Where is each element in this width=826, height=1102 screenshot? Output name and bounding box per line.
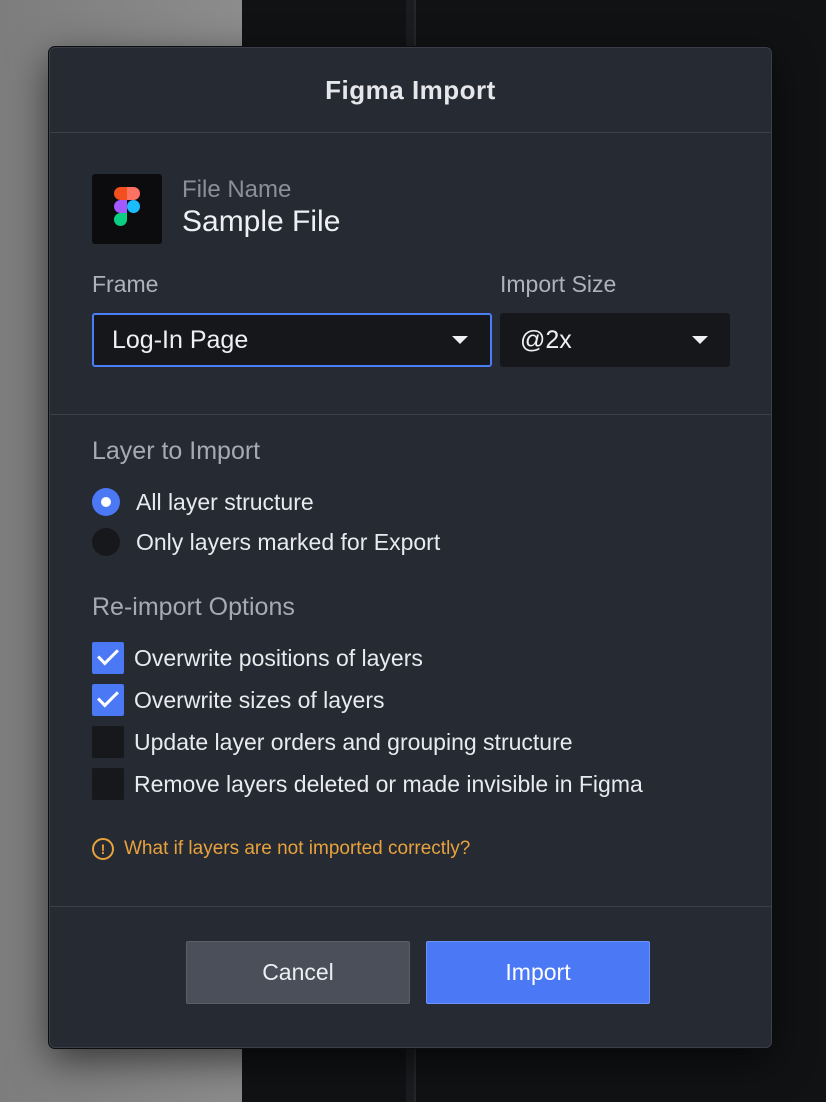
checkbox-label: Update layer orders and grouping structu… [134,728,573,755]
file-name-label: File Name [182,176,292,203]
radio-label: Only layers marked for Export [136,528,441,555]
frame-label: Frame [92,271,159,297]
dialog-title: Figma Import [325,74,496,105]
import-size-select[interactable]: @2x [500,313,730,367]
reimport-options-title: Re-import Options [92,593,295,621]
checkbox[interactable] [92,684,124,716]
help-row[interactable]: ! What if layers are not imported correc… [92,838,470,860]
section-divider [50,414,771,415]
dialog-header: Figma Import [50,48,771,133]
radio-label: All layer structure [136,488,314,515]
file-name-value: Sample File [182,205,341,238]
checkbox-label: Overwrite sizes of layers [134,686,385,713]
checkbox[interactable] [92,642,124,674]
radio-button[interactable] [92,528,120,556]
checkbox[interactable] [92,768,124,800]
import-size-label: Import Size [500,271,617,297]
warning-circle-icon: ! [92,838,114,860]
cancel-button[interactable]: Cancel [186,941,410,1004]
radio-button[interactable] [92,488,120,516]
chevron-down-icon [692,336,708,344]
checkbox-option-remove-deleted[interactable]: Remove layers deleted or made invisible … [92,768,643,800]
help-link[interactable]: What if layers are not imported correctl… [124,838,470,860]
radio-option-export-layers[interactable]: Only layers marked for Export [92,528,440,556]
checkbox-label: Remove layers deleted or made invisible … [134,770,643,797]
checkbox-option-overwrite-positions[interactable]: Overwrite positions of layers [92,642,423,674]
frame-select[interactable]: Log-In Page [92,313,492,367]
footer-divider [50,906,771,907]
import-button[interactable]: Import [426,941,650,1004]
chevron-down-icon [452,336,468,344]
checkbox-label: Overwrite positions of layers [134,644,423,671]
import-size-select-value: @2x [520,325,572,354]
checkbox-option-overwrite-sizes[interactable]: Overwrite sizes of layers [92,684,385,716]
figma-logo-icon [92,174,162,244]
layer-to-import-title: Layer to Import [92,437,261,465]
radio-option-all-layers[interactable]: All layer structure [92,488,314,516]
frame-select-value: Log-In Page [112,325,249,354]
checkbox-option-update-orders[interactable]: Update layer orders and grouping structu… [92,726,573,758]
figma-import-dialog: Figma Import File Name Sample File Frame… [49,47,772,1048]
checkbox[interactable] [92,726,124,758]
